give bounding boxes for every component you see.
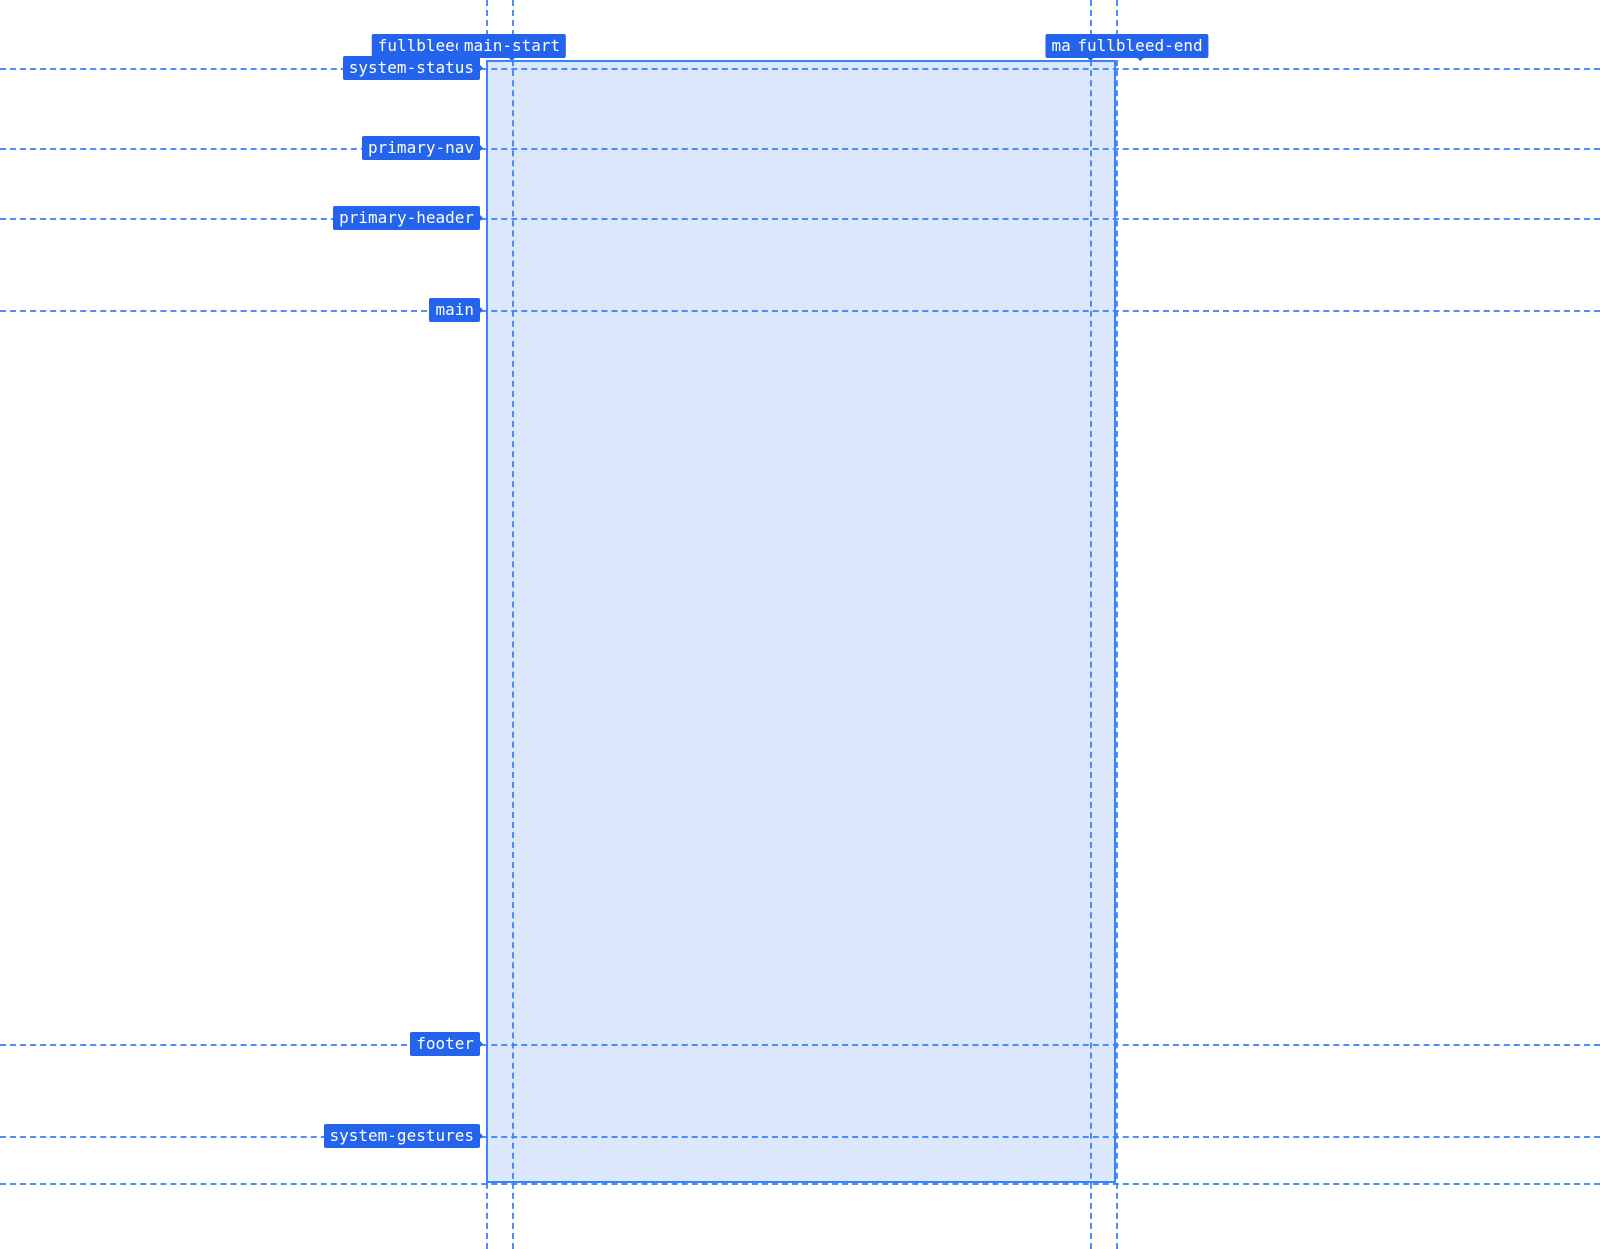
row-line-primary-nav: [0, 148, 1600, 150]
column-line-fullbleed-start: [486, 0, 488, 1249]
row-label-primary-header: primary-header: [333, 206, 480, 230]
row-label-primary-nav: primary-nav: [362, 136, 480, 160]
row-line-end: [0, 1183, 1600, 1185]
row-label-footer: footer: [410, 1032, 480, 1056]
column-line-main-end: [1090, 0, 1092, 1249]
row-line-system-status: [0, 68, 1600, 70]
column-line-main-start: [512, 0, 514, 1249]
column-label-main-start: main-start: [458, 34, 566, 58]
column-line-fullbleed-end: [1116, 0, 1118, 1249]
row-line-primary-header: [0, 218, 1600, 220]
grid-highlight-region: [486, 60, 1116, 1183]
row-line-main: [0, 310, 1600, 312]
row-label-system-status: system-status: [343, 56, 480, 80]
row-label-system-gestures: system-gestures: [324, 1124, 481, 1148]
row-line-system-gestures: [0, 1136, 1600, 1138]
row-label-main: main: [429, 298, 480, 322]
row-line-footer: [0, 1044, 1600, 1046]
column-label-fullbleed-end: fullbleed-end: [1071, 34, 1208, 58]
